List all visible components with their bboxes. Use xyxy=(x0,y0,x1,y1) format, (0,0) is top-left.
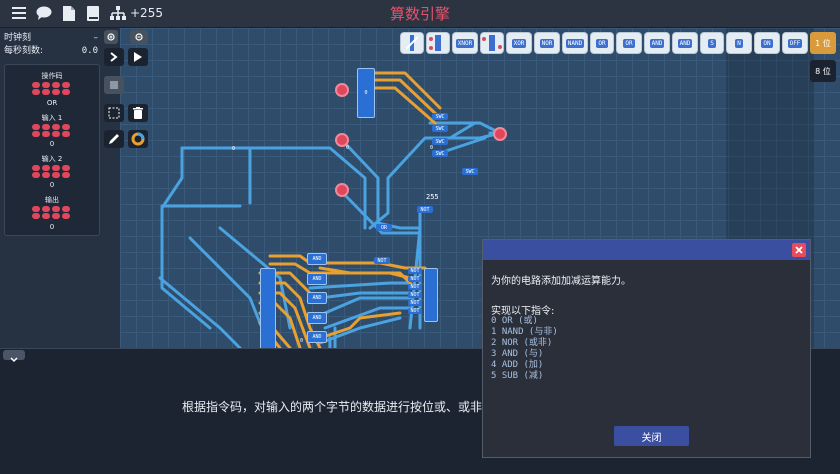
wire-value-3: 0 xyxy=(430,145,434,151)
step-button[interactable] xyxy=(104,48,124,66)
palette-n[interactable]: N xyxy=(726,32,752,54)
stop-button[interactable] xyxy=(104,76,124,94)
play-button[interactable] xyxy=(128,48,148,66)
page-title: 算数引擎 xyxy=(389,5,450,23)
tick-value: – xyxy=(93,33,99,43)
tps-label: 每秒刻数: xyxy=(4,46,44,56)
zoom-in-button[interactable] xyxy=(104,30,118,44)
dialog-lead: 实现以下指令: xyxy=(491,306,555,317)
pencil-button[interactable] xyxy=(104,130,124,148)
opcode-label: 操作码 xyxy=(41,72,63,80)
not-gate-b5[interactable]: NOT xyxy=(408,300,422,306)
wire-value-2: 0 xyxy=(346,145,350,151)
palette-off[interactable]: OFF xyxy=(782,32,808,54)
input2-bits xyxy=(32,165,72,178)
and-gate-5[interactable]: AND xyxy=(307,331,327,343)
input2-label: 输入 2 xyxy=(41,155,63,163)
swc-gate-4[interactable]: SWC xyxy=(432,150,448,157)
select-button[interactable] xyxy=(104,104,124,122)
not-gate-b1[interactable]: NOT xyxy=(408,268,422,274)
color-wheel-button[interactable] xyxy=(128,130,148,148)
instruction-item: 5 SUB (减) xyxy=(491,371,544,381)
instruction-item: 3 AND (与) xyxy=(491,349,544,359)
swc-gate-2[interactable]: SWC xyxy=(432,125,448,132)
output-label: 输出 xyxy=(45,196,59,204)
byte-splitter-bottom[interactable] xyxy=(260,268,276,348)
dialog-intro: 为你的电路添加加减运算能力。 xyxy=(491,276,631,287)
not-gate-b4[interactable]: NOT xyxy=(408,292,422,298)
close-button[interactable]: 关闭 xyxy=(614,426,689,446)
tps-value: 0.0 xyxy=(81,46,98,56)
input1-bits xyxy=(32,124,72,137)
not-gate-b6[interactable]: NOT xyxy=(408,308,422,314)
const-255: 255 xyxy=(426,193,439,201)
wire-value-1: 0 xyxy=(232,146,236,152)
opcode-bits xyxy=(32,82,72,95)
delete-button[interactable] xyxy=(128,104,148,122)
input1-label: 输入 1 xyxy=(41,114,63,122)
clock-panel: 时钟刻 – 每秒刻数: 0.0 xyxy=(4,32,98,62)
palette-item-1[interactable] xyxy=(400,32,424,54)
tick-label: 时钟刻 xyxy=(4,33,32,43)
output-bits xyxy=(32,206,72,219)
palette-item-2[interactable] xyxy=(426,32,450,54)
values-panel: 操作码 OR 输入 1 0 输入 2 0 输出 0 xyxy=(4,64,100,236)
swc-gate-5[interactable]: SWC xyxy=(462,168,478,175)
close-icon[interactable] xyxy=(792,243,806,257)
palette-nor[interactable]: NOR xyxy=(534,32,560,54)
not-gate-b3[interactable]: NOT xyxy=(408,284,422,290)
byte-splitter-top[interactable]: 0 xyxy=(357,68,375,118)
input2-value: 0 xyxy=(49,181,55,189)
output-value: 0 xyxy=(49,223,55,231)
level-description: 根据指令码，对输入的两个字节的数据进行按位或、或非 xyxy=(182,400,483,414)
not-gate-mid[interactable]: NOT xyxy=(374,257,390,264)
output-pin[interactable] xyxy=(493,127,507,141)
and-gate-4[interactable]: AND xyxy=(307,312,327,324)
input-pin-2[interactable] xyxy=(335,183,349,197)
collapse-button[interactable] xyxy=(3,350,25,363)
bit-mode-8[interactable]: 8 位 xyxy=(810,60,836,82)
input1-value: 0 xyxy=(49,140,55,148)
instruction-item: 1 NAND (与非) xyxy=(491,327,558,337)
palette-or-2[interactable]: OR xyxy=(616,32,642,54)
not-gate-b2[interactable]: NOT xyxy=(408,276,422,282)
instruction-dialog: 为你的电路添加加减运算能力。 实现以下指令: 0 OR (或) 1 NAND (… xyxy=(482,239,811,458)
palette-or-1[interactable]: OR xyxy=(590,32,614,54)
palette-xor[interactable]: XOR xyxy=(506,32,532,54)
byte-maker-bottom[interactable] xyxy=(424,268,438,322)
instruction-list: 0 OR (或) 1 NAND (与非) 2 NOR (或非) 3 AND (与… xyxy=(491,316,558,382)
swc-gate-3[interactable]: SWC xyxy=(432,138,448,145)
instruction-item: 0 OR (或) xyxy=(491,316,538,326)
dialog-header xyxy=(483,240,810,260)
top-bar: +255 算数引擎 xyxy=(0,0,840,28)
not-gate-top[interactable]: NOT xyxy=(417,206,433,213)
palette-xnor[interactable]: XNOR xyxy=(452,32,478,54)
input-pin-opcode[interactable] xyxy=(335,83,349,97)
and-gate-1[interactable]: AND xyxy=(307,253,327,265)
palette-on[interactable]: ON xyxy=(754,32,780,54)
instruction-item: 4 ADD (加) xyxy=(491,360,544,370)
zoom-out-button[interactable] xyxy=(130,30,148,44)
opcode-value: OR xyxy=(46,99,58,107)
palette-and-2[interactable]: AND xyxy=(672,32,698,54)
palette-and-1[interactable]: AND xyxy=(644,32,670,54)
or-gate[interactable]: OR xyxy=(376,224,392,231)
instruction-item: 2 NOR (或非) xyxy=(491,338,553,348)
swc-gate-1[interactable]: SWC xyxy=(432,113,448,120)
and-gate-3[interactable]: AND xyxy=(307,292,327,304)
palette-s[interactable]: S xyxy=(700,32,724,54)
palette-item-4[interactable] xyxy=(480,32,504,54)
bit-mode-1[interactable]: 1 位 xyxy=(810,32,836,54)
palette-nand[interactable]: NAND xyxy=(562,32,588,54)
wire-value-4: 0 xyxy=(300,338,304,344)
and-gate-2[interactable]: AND xyxy=(307,273,327,285)
